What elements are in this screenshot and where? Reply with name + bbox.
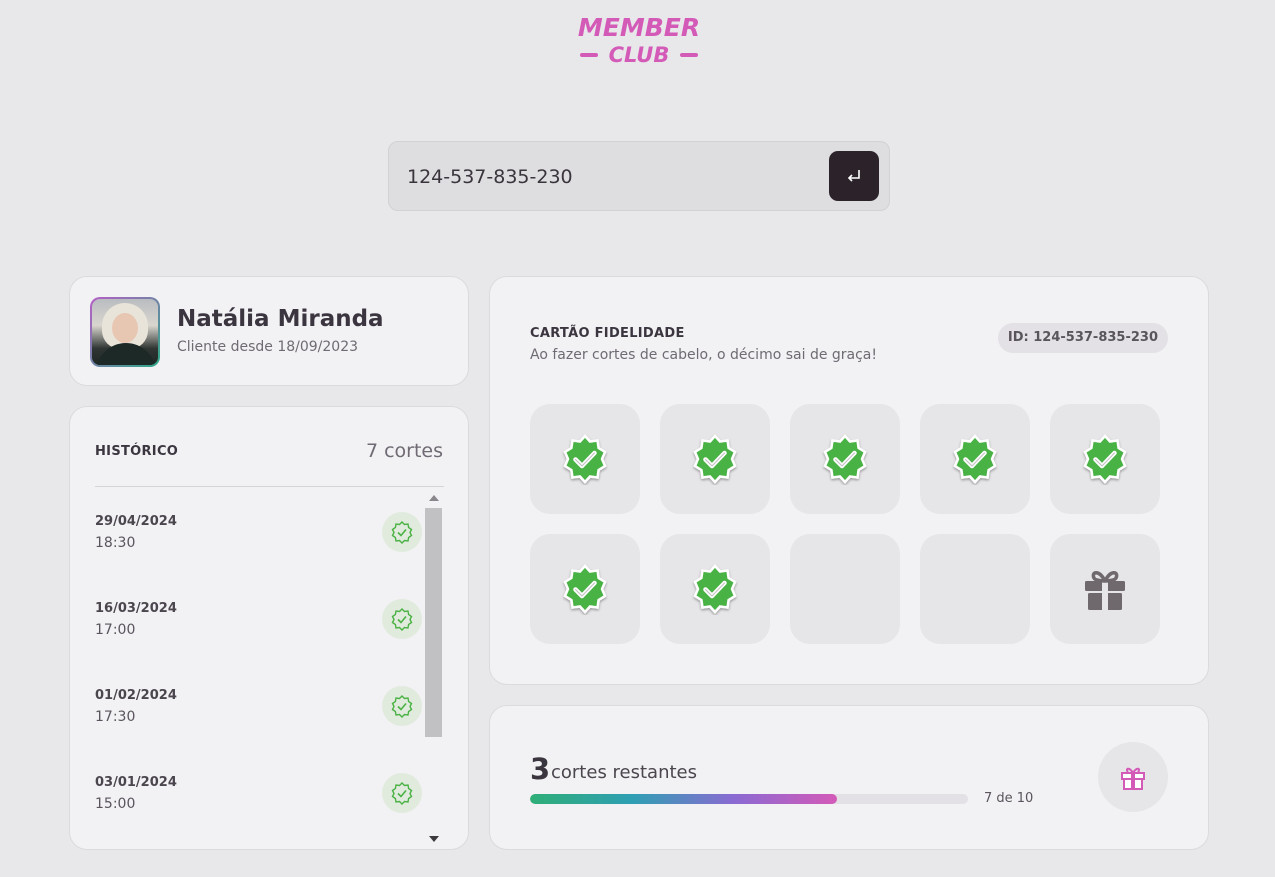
progress-fill — [530, 794, 837, 804]
history-time: 15:00 — [95, 796, 136, 812]
history-time: 18:30 — [95, 535, 136, 551]
progress-count-label: 7 de 10 — [984, 791, 1034, 806]
loyalty-card: CARTÃO FIDELIDADE Ao fazer cortes de cab… — [489, 276, 1209, 685]
history-date: 03/01/2024 — [95, 775, 177, 790]
check-badge-icon — [563, 564, 607, 614]
check-badge-icon — [382, 599, 422, 639]
enter-icon — [847, 170, 860, 182]
check-badge-icon — [382, 773, 422, 813]
stamp-slot-checked — [530, 404, 640, 514]
history-time: 17:30 — [95, 709, 136, 725]
stamp-slot-checked — [660, 404, 770, 514]
history-count: 7 cortes — [365, 440, 443, 462]
check-badge-icon — [382, 686, 422, 726]
history-item: 16/03/2024 17:00 — [95, 584, 425, 644]
logo-line1: MEMBER — [577, 13, 701, 42]
progress-bar — [530, 794, 968, 804]
history-date: 01/02/2024 — [95, 688, 177, 703]
stamp-slot-empty — [790, 534, 900, 644]
avatar — [90, 297, 160, 367]
history-time: 17:00 — [95, 622, 136, 638]
history-item: 01/02/2024 17:30 — [95, 671, 425, 731]
history-card: HISTÓRICO 7 cortes 29/04/2024 18:30 16/0… — [69, 406, 469, 850]
logo-dash-left — [580, 53, 598, 57]
stamp-slot-checked — [1050, 404, 1160, 514]
member-club-logo: MEMBER CLUB — [574, 14, 704, 74]
logo-line2-text: CLUB — [608, 43, 670, 67]
client-name: Natália Miranda — [177, 306, 384, 332]
stamp-slot-checked — [530, 534, 640, 644]
check-badge-icon — [563, 434, 607, 484]
gift-icon — [1121, 767, 1145, 790]
stamp-slot-gift — [1050, 534, 1160, 644]
search-bar — [388, 141, 890, 211]
stamp-slot-checked — [660, 534, 770, 644]
logo-line2: CLUB — [574, 42, 704, 68]
history-scrollbar[interactable] — [425, 491, 442, 846]
stamp-slot-checked — [920, 404, 1030, 514]
scroll-thumb[interactable] — [425, 508, 442, 737]
check-badge-icon — [823, 434, 867, 484]
check-badge-icon — [953, 434, 997, 484]
remaining-label: cortes restantes — [551, 762, 698, 783]
scroll-up-arrow-icon[interactable] — [429, 495, 439, 501]
progress-card: 3 cortes restantes 7 de 10 — [489, 705, 1209, 850]
submit-button[interactable] — [829, 151, 879, 201]
loyalty-subtitle: Ao fazer cortes de cabelo, o décimo sai … — [530, 347, 877, 363]
check-badge-icon — [382, 512, 422, 552]
profile-card: Natália Miranda Cliente desde 18/09/2023 — [69, 276, 469, 386]
client-since: Cliente desde 18/09/2023 — [177, 339, 359, 355]
history-list: 29/04/2024 18:30 16/03/2024 17:00 01/02/… — [95, 487, 425, 847]
gift-button[interactable] — [1098, 742, 1168, 812]
client-id-input[interactable] — [407, 160, 817, 194]
history-title: HISTÓRICO — [95, 444, 179, 459]
stamp-slot-empty — [920, 534, 1030, 644]
logo-dash-right — [680, 53, 698, 57]
check-badge-icon — [1083, 434, 1127, 484]
gift-icon — [1085, 571, 1125, 610]
scroll-down-arrow-icon[interactable] — [429, 836, 439, 842]
check-badge-icon — [693, 564, 737, 614]
history-item: 29/04/2024 18:30 — [95, 497, 425, 557]
remaining-count: 3 — [530, 752, 551, 786]
history-item: 03/01/2024 15:00 — [95, 758, 425, 818]
history-date: 29/04/2024 — [95, 514, 177, 529]
history-date: 16/03/2024 — [95, 601, 177, 616]
check-badge-icon — [693, 434, 737, 484]
stamp-slot-checked — [790, 404, 900, 514]
loyalty-title: CARTÃO FIDELIDADE — [530, 326, 685, 341]
client-id-badge: ID: 124-537-835-230 — [997, 323, 1168, 353]
